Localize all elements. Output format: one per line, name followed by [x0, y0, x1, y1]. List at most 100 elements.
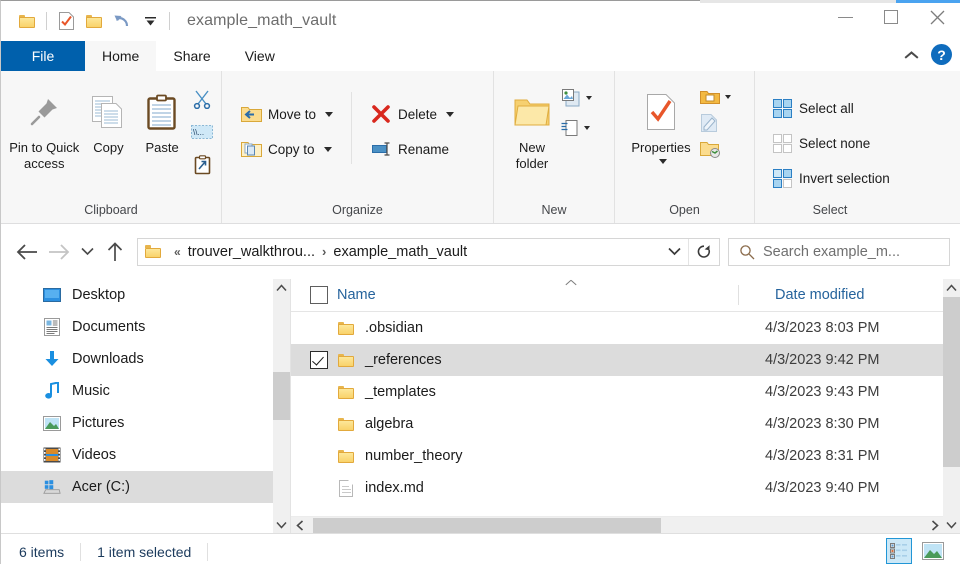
- open-small-buttons: [699, 76, 731, 158]
- refresh-button[interactable]: [688, 238, 719, 265]
- sidebar-item-desktop[interactable]: Desktop: [1, 279, 273, 311]
- address-dropdown-button[interactable]: [660, 239, 688, 265]
- quick-access-toolbar: [1, 7, 175, 35]
- pin-to-quick-access-button[interactable]: Pin to Quick access: [7, 76, 82, 172]
- chevron-down-icon[interactable]: [323, 146, 332, 152]
- maximize-button[interactable]: [868, 1, 914, 33]
- column-divider[interactable]: [738, 285, 739, 305]
- chevron-down-icon[interactable]: [584, 126, 590, 130]
- customize-qat-icon[interactable]: [136, 7, 164, 35]
- row-checkbox[interactable]: [310, 447, 328, 465]
- column-header-name[interactable]: Name: [337, 287, 765, 303]
- file-list-vertical-scrollbar[interactable]: [943, 279, 960, 533]
- new-item-button[interactable]: [560, 88, 592, 108]
- row-checkbox[interactable]: [310, 479, 328, 497]
- scroll-down-arrow-icon[interactable]: [273, 516, 290, 533]
- scroll-down-arrow-icon[interactable]: [943, 516, 960, 533]
- row-checkbox[interactable]: [310, 383, 328, 401]
- row-checkbox[interactable]: [310, 319, 328, 337]
- ribbon-group-title-open: Open: [669, 203, 700, 217]
- delete-button[interactable]: Delete: [366, 99, 458, 129]
- sidebar-item-pictures[interactable]: Pictures: [1, 407, 273, 439]
- chevron-down-icon[interactable]: [446, 111, 455, 117]
- redo-icon[interactable]: [108, 7, 136, 35]
- tab-view[interactable]: View: [228, 41, 292, 71]
- sidebar-item-acer-c[interactable]: Acer (C:): [1, 471, 273, 503]
- table-row[interactable]: _templates 4/3/2023 9:43 PM: [291, 376, 943, 408]
- select-all-button[interactable]: Select all: [767, 93, 894, 123]
- select-all-checkbox[interactable]: [310, 286, 328, 304]
- copy-button[interactable]: Copy: [82, 76, 136, 156]
- properties-button[interactable]: Properties: [623, 76, 699, 164]
- scroll-up-arrow-icon[interactable]: [273, 279, 290, 296]
- chevron-down-icon[interactable]: [658, 159, 667, 164]
- sidebar-item-label: Music: [72, 383, 110, 399]
- properties-icon[interactable]: [52, 7, 80, 35]
- details-view-button[interactable]: [886, 538, 912, 564]
- properties-icon: [645, 84, 677, 140]
- sidebar-item-videos[interactable]: Videos: [1, 439, 273, 471]
- new-folder-button[interactable]: New folder: [504, 76, 560, 172]
- sidebar-item-documents[interactable]: Documents: [1, 311, 273, 343]
- easy-access-button[interactable]: [560, 118, 592, 138]
- table-row[interactable]: number_theory 4/3/2023 8:31 PM: [291, 440, 943, 472]
- help-icon[interactable]: ?: [931, 44, 952, 65]
- tab-file[interactable]: File: [1, 41, 85, 71]
- scroll-thumb[interactable]: [943, 297, 960, 467]
- table-row[interactable]: _references 4/3/2023 9:42 PM: [291, 344, 943, 376]
- scissors-icon[interactable]: [189, 86, 215, 112]
- new-folder-icon[interactable]: [80, 7, 108, 35]
- paste-shortcut-icon[interactable]: [189, 152, 215, 178]
- minimize-button[interactable]: [822, 1, 868, 33]
- large-icons-view-button[interactable]: [920, 538, 946, 564]
- invert-selection-button[interactable]: Invert selection: [767, 163, 894, 193]
- ribbon-group-title-select: Select: [812, 203, 848, 217]
- tab-share[interactable]: Share: [156, 41, 227, 71]
- sidebar-item-music[interactable]: Music: [1, 375, 273, 407]
- table-row[interactable]: index.md 4/3/2023 9:40 PM: [291, 472, 943, 504]
- scroll-thumb[interactable]: [313, 518, 661, 533]
- chevron-down-icon[interactable]: [586, 96, 592, 100]
- chevron-down-icon[interactable]: [325, 111, 334, 117]
- copy-icon: [90, 84, 126, 140]
- sidebar-item-downloads[interactable]: Downloads: [1, 343, 273, 375]
- breadcrumb-item-1[interactable]: example_math_vault: [333, 244, 467, 260]
- back-button[interactable]: [11, 236, 43, 268]
- delete-icon: [370, 103, 392, 125]
- scroll-right-arrow-icon[interactable]: [926, 517, 943, 534]
- scroll-left-arrow-icon[interactable]: [291, 517, 308, 534]
- select-none-icon: [771, 132, 793, 154]
- row-checkbox[interactable]: [310, 415, 328, 433]
- forward-button[interactable]: [43, 236, 75, 268]
- rename-button[interactable]: Rename: [366, 134, 458, 164]
- select-none-button[interactable]: Select none: [767, 128, 894, 158]
- table-row[interactable]: algebra 4/3/2023 8:30 PM: [291, 408, 943, 440]
- tab-home[interactable]: Home: [85, 41, 157, 71]
- close-button[interactable]: [914, 1, 960, 33]
- scroll-thumb[interactable]: [273, 372, 290, 420]
- open-button[interactable]: [699, 88, 731, 106]
- ribbon-group-select: Select all Select none Invert selection …: [755, 71, 960, 223]
- file-list-horizontal-scrollbar[interactable]: [291, 516, 943, 533]
- paste-button[interactable]: Paste: [135, 76, 189, 156]
- recent-locations-button[interactable]: [75, 236, 99, 268]
- table-row[interactable]: .obsidian 4/3/2023 8:03 PM: [291, 312, 943, 344]
- column-header-date-modified[interactable]: Date modified: [765, 287, 943, 303]
- chevron-down-icon[interactable]: [725, 95, 731, 99]
- scroll-up-arrow-icon[interactable]: [943, 279, 960, 296]
- chevron-up-icon[interactable]: [905, 50, 919, 59]
- row-checkbox[interactable]: [310, 351, 328, 369]
- breadcrumb-overflow[interactable]: «: [169, 245, 186, 259]
- folder-icon[interactable]: [13, 7, 41, 35]
- move-to-button[interactable]: Move to: [236, 99, 337, 129]
- breadcrumb-item-0[interactable]: trouver_walkthrou...: [188, 244, 315, 260]
- folder-icon: [337, 417, 355, 431]
- navigation-pane-scrollbar[interactable]: [273, 279, 290, 533]
- copy-to-button[interactable]: Copy to: [236, 134, 337, 164]
- search-box[interactable]: Search example_m...: [728, 237, 950, 266]
- file-date: 4/3/2023 9:43 PM: [765, 384, 880, 400]
- up-button[interactable]: [99, 236, 131, 268]
- breadcrumb-bar[interactable]: « trouver_walkthrou... › example_math_va…: [137, 237, 720, 266]
- search-input[interactable]: Search example_m...: [763, 244, 900, 260]
- copy-path-icon[interactable]: \\...: [189, 119, 215, 145]
